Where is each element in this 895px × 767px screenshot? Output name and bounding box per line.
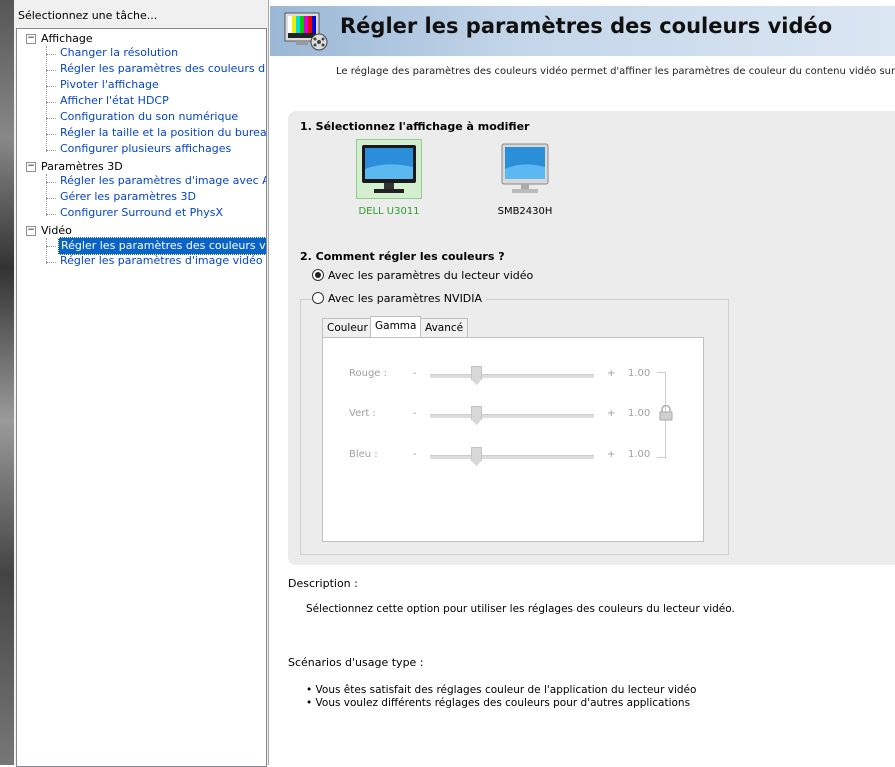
display-smb2430h[interactable]: SMB2430H — [492, 139, 558, 217]
tree-item-gerer-3d[interactable]: Gérer les paramètres 3D — [58, 189, 198, 205]
tree-connector — [46, 214, 56, 215]
slider-plus-bleu: + — [607, 449, 616, 460]
tree-connector — [46, 54, 56, 55]
usage-bullet-1: • Vous êtes satisfait des réglages coule… — [306, 684, 697, 696]
tree-connector — [46, 118, 56, 119]
page-intro-text: Le réglage des paramètres des couleurs v… — [336, 66, 895, 77]
slider-track-vert[interactable] — [430, 414, 594, 418]
monitor-icon — [356, 139, 422, 199]
radio-nvidia[interactable]: Avec les paramètres NVIDIA — [312, 292, 487, 305]
lock-icon[interactable] — [659, 405, 673, 421]
tree-item-image-video[interactable]: Régler les paramètres d'image vidéo — [58, 253, 265, 269]
slider-thumb-vert[interactable] — [471, 406, 482, 425]
slider-minus-vert: - — [413, 408, 417, 419]
slider-label-rouge: Rouge : — [349, 368, 388, 379]
content-pane: Régler les paramètres des couleurs vidéo… — [270, 0, 895, 765]
section-1-heading: 1. Sélectionnez l'affichage à modifier — [300, 120, 530, 133]
section-2-heading: 2. Comment régler les couleurs ? — [300, 250, 505, 263]
tab-gamma[interactable]: Gamma — [370, 316, 422, 337]
task-pane-header: Sélectionnez une tâche... — [18, 9, 158, 22]
slider-label-bleu: Bleu : — [349, 449, 378, 460]
display-dell-u3011[interactable]: DELL U3011 — [356, 139, 422, 217]
task-pane: Sélectionnez une tâche... − Affichage Ch… — [14, 0, 269, 767]
slider-track-rouge[interactable] — [430, 374, 594, 378]
description-text: Sélectionnez cette option pour utiliser … — [306, 603, 735, 615]
tree-group-affichage[interactable]: Affichage — [41, 32, 93, 46]
slider-value-vert: 1.00 — [628, 408, 651, 419]
display-name-dell: DELL U3011 — [358, 206, 420, 217]
radio-unchecked-icon — [312, 292, 324, 304]
tree-group-video[interactable]: Vidéo — [41, 224, 72, 238]
slider-thumb-rouge[interactable] — [471, 366, 482, 385]
slider-plus-vert: + — [607, 408, 616, 419]
tree-item-plusieurs-affichages[interactable]: Configurer plusieurs affichages — [58, 141, 233, 157]
tree-item-couleurs-bureau[interactable]: Régler les paramètres des couleurs du bu… — [58, 61, 266, 77]
slider-plus-rouge: + — [607, 368, 616, 379]
description-heading: Description : — [288, 577, 358, 590]
tree-item-image-apercu[interactable]: Régler les paramètres d'image avec Aperç… — [58, 173, 266, 189]
slider-row-bleu: Bleu : - + 1.00 — [323, 447, 703, 466]
slider-minus-rouge: - — [413, 368, 417, 379]
tree-connector — [46, 182, 56, 183]
slider-thumb-bleu[interactable] — [471, 447, 482, 466]
slider-row-vert: Vert : - + 1.00 — [323, 406, 703, 425]
tree-connector — [46, 102, 56, 103]
collapse-icon-affichage[interactable]: − — [26, 34, 36, 44]
tab-avance[interactable]: Avancé — [420, 318, 469, 337]
slider-track-bleu[interactable] — [430, 455, 594, 459]
tree-connector — [46, 198, 56, 199]
tree-connector — [46, 238, 47, 264]
tree-connector — [46, 262, 56, 263]
tree-connector — [46, 70, 56, 71]
tree-item-pivoter-affichage[interactable]: Pivoter l'affichage — [58, 77, 161, 93]
radio-nvidia-label: Avec les paramètres NVIDIA — [328, 292, 483, 305]
desktop-background-strip — [0, 0, 14, 765]
tree-item-son-numerique[interactable]: Configuration du son numérique — [58, 109, 240, 125]
tree-connector — [46, 46, 47, 152]
task-tree[interactable]: − Affichage Changer la résolution Régler… — [16, 28, 267, 767]
collapse-icon-video[interactable]: − — [26, 226, 36, 236]
tree-connector — [46, 86, 56, 87]
tree-connector — [46, 174, 47, 216]
display-name-smb: SMB2430H — [497, 206, 553, 217]
tree-item-changer-resolution[interactable]: Changer la résolution — [58, 45, 180, 61]
radio-checked-icon — [312, 269, 324, 281]
tree-item-etat-hdcp[interactable]: Afficher l'état HDCP — [58, 93, 171, 109]
gamma-tab-panel: Rouge : - + 1.00 Vert : - + 1.00 Bleu : … — [322, 337, 704, 542]
tree-connector — [46, 150, 56, 151]
tree-connector — [46, 134, 56, 135]
radio-lecteur-video[interactable]: Avec les paramètres du lecteur vidéo — [312, 269, 533, 282]
slider-minus-bleu: - — [413, 449, 417, 460]
tree-group-parametres-3d[interactable]: Paramètres 3D — [41, 160, 123, 174]
slider-row-rouge: Rouge : - + 1.00 — [323, 366, 703, 385]
tab-couleur[interactable]: Couleur — [322, 318, 373, 337]
radio-lecteur-video-label: Avec les paramètres du lecteur vidéo — [328, 269, 534, 282]
usage-heading: Scénarios d'usage type : — [288, 656, 424, 669]
monitor-icon — [501, 143, 549, 193]
tree-connector — [46, 246, 56, 247]
tree-item-taille-position-bureau[interactable]: Régler la taille et la position du burea… — [58, 125, 266, 141]
slider-label-vert: Vert : — [349, 408, 376, 419]
usage-bullet-2: • Vous voulez différents réglages des co… — [306, 697, 691, 709]
slider-value-bleu: 1.00 — [628, 449, 651, 460]
collapse-icon-parametres-3d[interactable]: − — [26, 162, 36, 172]
page-title: Régler les paramètres des couleurs vidéo — [340, 14, 833, 38]
tree-item-surround-physx[interactable]: Configurer Surround et PhysX — [58, 205, 225, 221]
video-color-settings-icon — [284, 12, 328, 51]
slider-value-rouge: 1.00 — [628, 368, 651, 379]
